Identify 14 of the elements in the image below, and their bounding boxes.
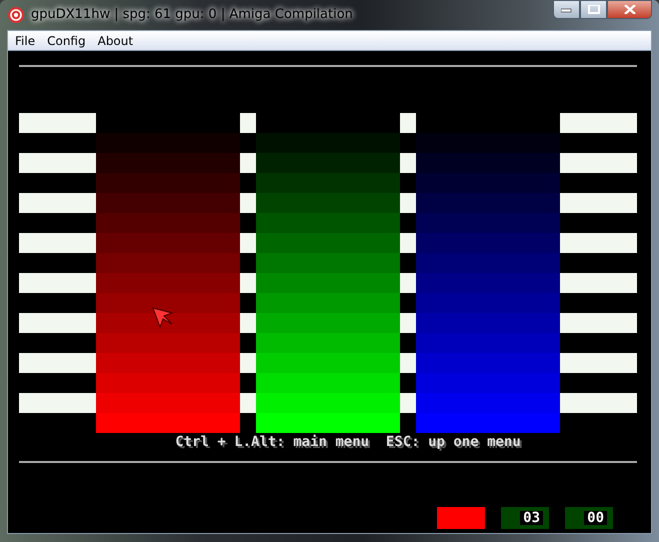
- menu-item[interactable]: About: [92, 32, 138, 50]
- close-icon: [624, 5, 636, 14]
- counter-value: 00: [584, 511, 607, 525]
- window-title: gpuDX11hw | spg: 61 gpu: 0 | Amiga Compilation: [31, 6, 353, 24]
- counter-value: 03: [520, 511, 543, 525]
- hint-text: Ctrl + L.Alt: main menu ESC: up one menu: [174, 433, 521, 452]
- minimize-button[interactable]: [553, 0, 580, 19]
- app-icon: [7, 6, 25, 24]
- maximize-button[interactable]: [580, 0, 607, 19]
- mouse-pointer-icon: [152, 307, 174, 329]
- close-button[interactable]: [607, 0, 652, 19]
- maximize-icon: [588, 5, 600, 14]
- menu-item[interactable]: File: [10, 32, 40, 50]
- menu-item[interactable]: Config: [42, 32, 91, 50]
